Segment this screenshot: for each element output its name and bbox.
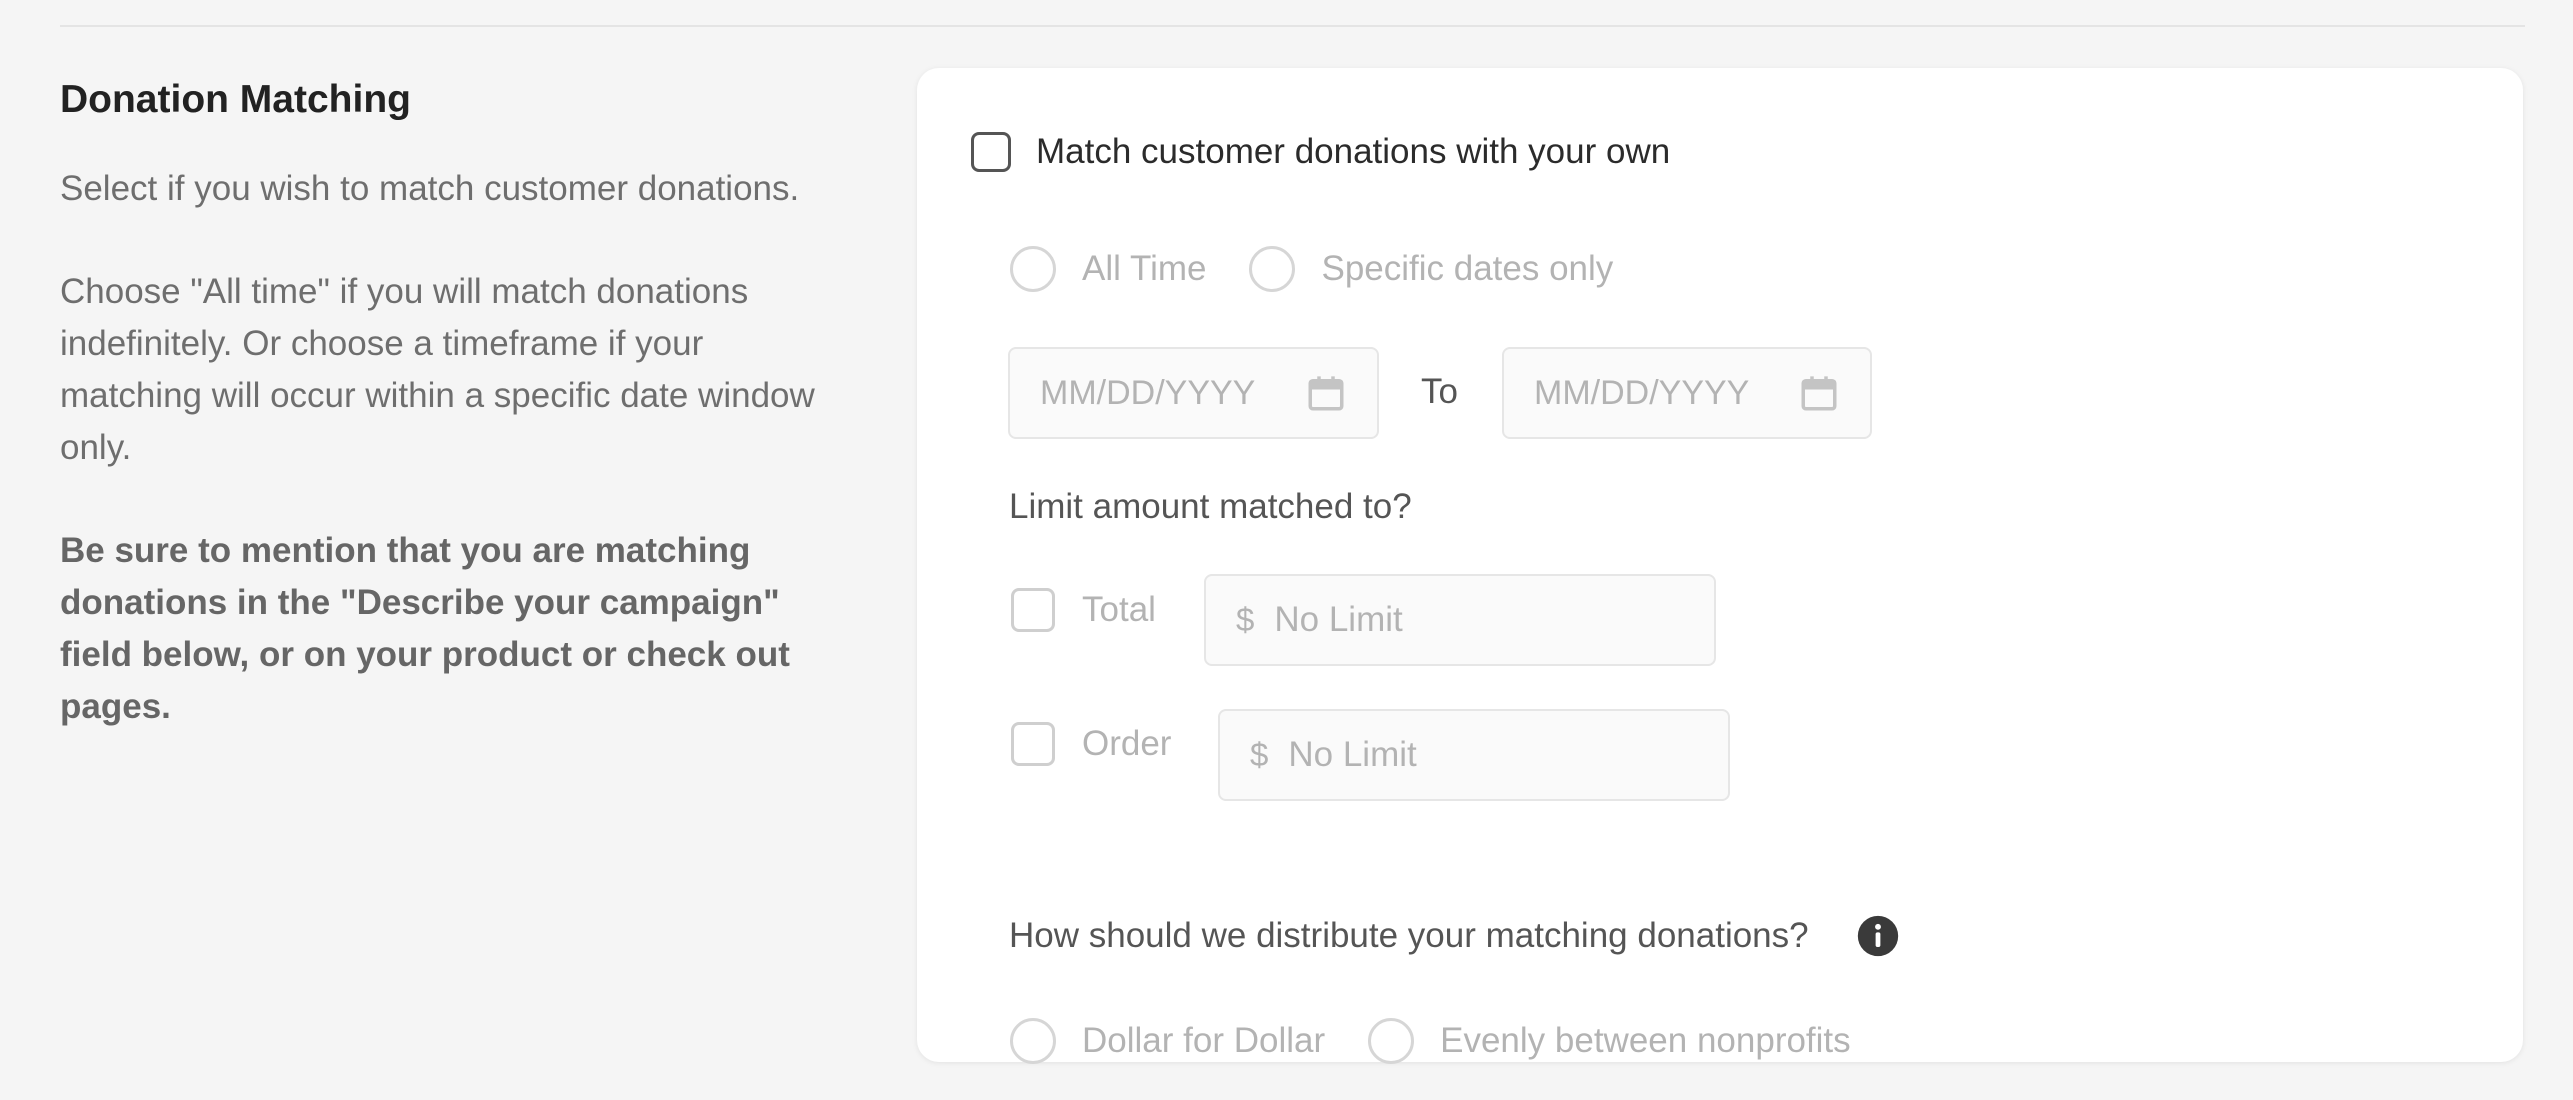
donation-matching-card: Match customer donations with your own A… bbox=[917, 68, 2523, 1064]
timeframe-radio-group: All Time Specific dates only bbox=[1010, 246, 1613, 292]
limit-order-checkbox[interactable] bbox=[1011, 722, 1055, 766]
calendar-icon[interactable] bbox=[1798, 372, 1840, 414]
limit-total-checkbox[interactable] bbox=[1011, 588, 1055, 632]
currency-prefix: $ bbox=[1236, 601, 1255, 638]
radio-all-time-label[interactable]: All Time bbox=[1082, 249, 1206, 289]
radio-all-time-circle[interactable] bbox=[1010, 246, 1056, 292]
section-title: Donation Matching bbox=[60, 78, 411, 121]
radio-evenly[interactable]: Evenly between nonprofits bbox=[1368, 1018, 1851, 1064]
radio-specific-dates[interactable]: Specific dates only bbox=[1249, 246, 1613, 292]
radio-dollar-for-dollar-label[interactable]: Dollar for Dollar bbox=[1082, 1021, 1325, 1061]
end-date-input[interactable]: MM/DD/YYYY bbox=[1502, 347, 1872, 439]
match-donations-checkbox[interactable] bbox=[971, 132, 1011, 172]
end-date-placeholder: MM/DD/YYYY bbox=[1534, 373, 1750, 412]
match-donations-row[interactable]: Match customer donations with your own bbox=[971, 132, 1670, 172]
info-icon[interactable] bbox=[1856, 914, 1900, 958]
radio-all-time[interactable]: All Time bbox=[1010, 246, 1206, 292]
top-divider bbox=[60, 25, 2525, 27]
description-paragraph-1: Select if you wish to match customer don… bbox=[60, 169, 800, 208]
distribute-radio-group: Dollar for Dollar Evenly between nonprof… bbox=[1010, 1018, 1851, 1064]
description-paragraph-2: Choose "All time" if you will match dona… bbox=[60, 272, 815, 467]
limit-total-placeholder: No Limit bbox=[1274, 600, 1403, 639]
calendar-icon[interactable] bbox=[1305, 372, 1347, 414]
radio-evenly-label[interactable]: Evenly between nonprofits bbox=[1440, 1021, 1851, 1061]
radio-specific-dates-label[interactable]: Specific dates only bbox=[1321, 249, 1613, 289]
distribute-question-row: How should we distribute your matching d… bbox=[1009, 914, 1900, 958]
limit-order-option[interactable]: Order bbox=[1011, 722, 1171, 766]
distribute-question: How should we distribute your matching d… bbox=[1009, 916, 1809, 955]
radio-evenly-circle[interactable] bbox=[1368, 1018, 1415, 1064]
radio-dollar-for-dollar-circle[interactable] bbox=[1010, 1018, 1056, 1064]
limit-order-label[interactable]: Order bbox=[1082, 724, 1171, 764]
match-donations-label[interactable]: Match customer donations with your own bbox=[1036, 132, 1670, 172]
section-description-column: Donation Matching Select if you wish to … bbox=[60, 75, 820, 784]
description-paragraph-note: Be sure to mention that you are matching… bbox=[60, 531, 790, 726]
to-label: To bbox=[1421, 372, 1458, 411]
limit-question: Limit amount matched to? bbox=[1009, 487, 1412, 526]
limit-total-label[interactable]: Total bbox=[1082, 590, 1156, 630]
currency-prefix: $ bbox=[1250, 736, 1269, 773]
radio-dollar-for-dollar[interactable]: Dollar for Dollar bbox=[1010, 1018, 1325, 1064]
limit-total-option[interactable]: Total bbox=[1011, 588, 1156, 632]
limit-order-input[interactable]: $ No Limit bbox=[1218, 709, 1730, 801]
limit-order-placeholder: No Limit bbox=[1288, 735, 1417, 774]
start-date-placeholder: MM/DD/YYYY bbox=[1040, 373, 1256, 412]
limit-total-input[interactable]: $ No Limit bbox=[1204, 574, 1716, 666]
radio-specific-dates-circle[interactable] bbox=[1249, 246, 1296, 292]
start-date-input[interactable]: MM/DD/YYYY bbox=[1008, 347, 1379, 439]
